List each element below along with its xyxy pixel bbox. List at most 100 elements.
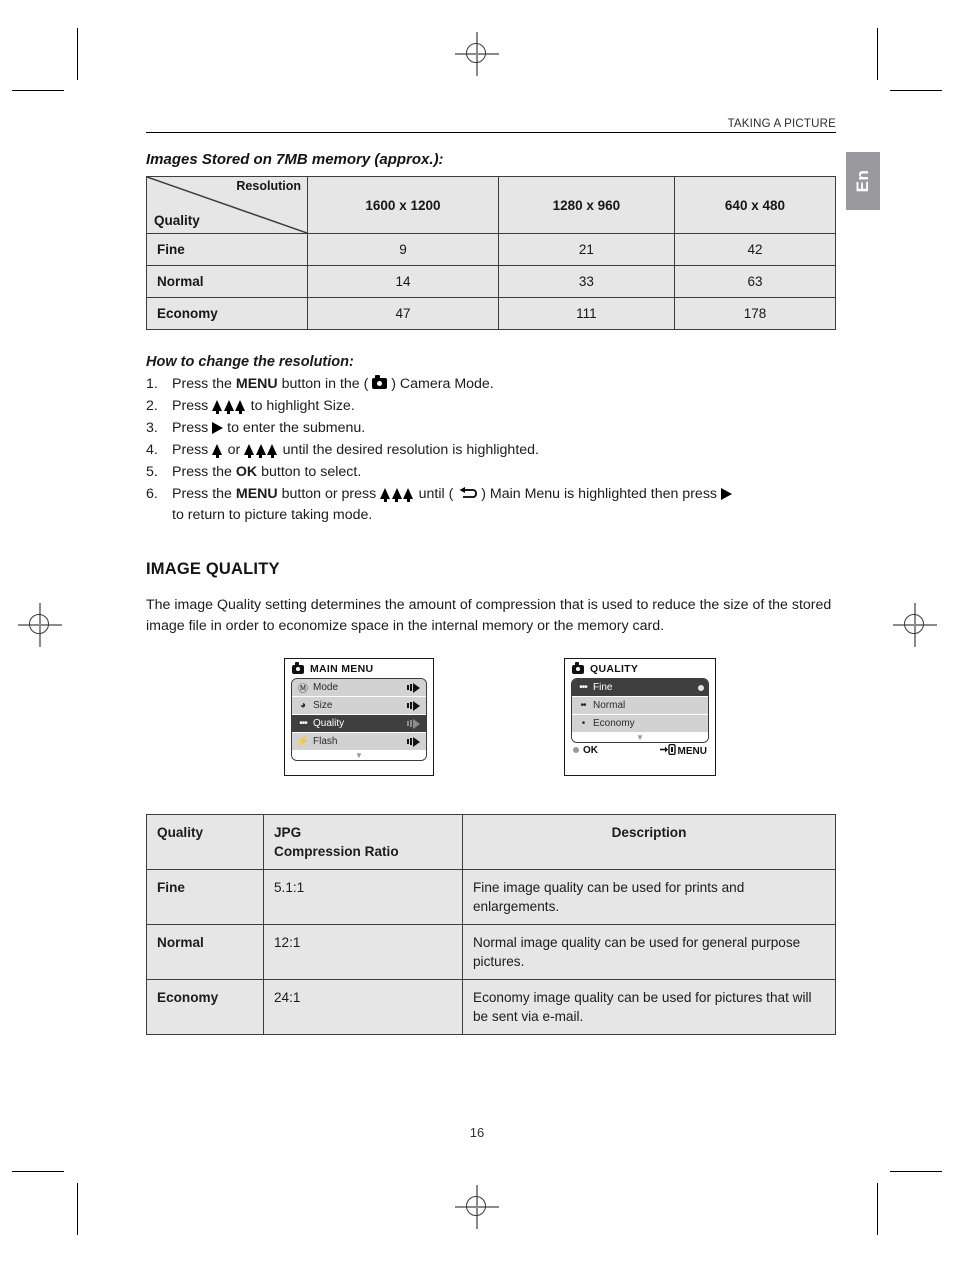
- storage-cell-1-1: 33: [497, 265, 675, 298]
- quality-option-normal[interactable]: •• Normal: [572, 697, 708, 715]
- step-number: 2.: [146, 398, 158, 414]
- camera-icon: [372, 375, 388, 389]
- step-text: or: [223, 442, 245, 458]
- table-row: Fine 5.1:1 Fine image quality can be use…: [146, 869, 836, 925]
- step-text: button to select.: [257, 464, 362, 480]
- quality-col-header: Quality: [146, 814, 264, 870]
- step-number: 5.: [146, 464, 158, 480]
- menu-item-size[interactable]: ◕ Size: [292, 697, 426, 715]
- ok-hint: OK: [573, 745, 598, 756]
- step-number: 4.: [146, 442, 158, 458]
- menu-keyword: MENU: [235, 486, 278, 502]
- language-tab-en: En: [846, 152, 880, 210]
- quality-option-label: Fine: [593, 682, 613, 693]
- storage-col-header-2: 640 x 480: [673, 176, 837, 234]
- storage-cell-0-2: 42: [673, 233, 837, 266]
- page-number: 16: [469, 1125, 485, 1140]
- step-text: Press the: [172, 486, 236, 502]
- resolution-axis-label: Resolution: [236, 179, 301, 193]
- triple-up-arrow-icon: [212, 396, 247, 417]
- step-text: button in the (: [277, 376, 373, 392]
- storage-cell-0-0: 9: [307, 233, 499, 266]
- diagonal-header-cell: Resolution Quality: [146, 176, 308, 234]
- crop-mark-bottom-left-horizontal: [12, 1171, 64, 1172]
- quality-option-economy[interactable]: • Economy: [572, 715, 708, 733]
- step-text: Press: [172, 398, 213, 414]
- mode-dial-icon: Ⓜ: [298, 684, 308, 695]
- lcd-screenshot-group: MAIN MENU Ⓜ Mode ◕ Size ••• Quality ⚡ Fl…: [146, 658, 836, 788]
- ok-label: OK: [583, 745, 598, 756]
- quality-option-label: Economy: [593, 718, 635, 729]
- submenu-arrow-icon: [407, 736, 422, 747]
- image-quality-paragraph: The image Quality setting determines the…: [146, 597, 832, 634]
- step-text: to enter the submenu.: [223, 420, 366, 436]
- ratio-cell-0: 5.1:1: [263, 869, 463, 925]
- table-row: Normal 14 33 63: [146, 265, 837, 298]
- camera-icon: [292, 662, 304, 674]
- registration-mark-bottom: [455, 1185, 499, 1229]
- ratio-cell-2: 24:1: [263, 979, 463, 1035]
- storage-cell-2-1: 111: [497, 297, 675, 330]
- description-cell-2: Economy image quality can be used for pi…: [462, 979, 836, 1035]
- list-item: 5. Press the OK button to select.: [146, 462, 836, 483]
- menu-item-quality[interactable]: ••• Quality: [292, 715, 426, 733]
- selected-indicator-icon: [698, 684, 704, 691]
- storage-table: Resolution Quality 1600 x 1200 1280 x 96…: [146, 176, 837, 330]
- step-number: 1.: [146, 376, 158, 392]
- description-cell-0: Fine image quality can be used for print…: [462, 869, 836, 925]
- menu-hint: MENU: [659, 743, 707, 757]
- quality-option-fine[interactable]: ••• Fine: [572, 679, 708, 697]
- page-title: IMAGE QUALITY: [146, 560, 280, 578]
- header-rule: [146, 132, 836, 133]
- step-text: ) Camera Mode.: [387, 376, 494, 392]
- storage-cell-1-0: 14: [307, 265, 499, 298]
- crop-mark-top-left-horizontal: [12, 90, 64, 91]
- step-text: Press: [172, 420, 213, 436]
- ratio-col-header-line1: JPG: [274, 825, 302, 840]
- step-text: Press the: [172, 464, 236, 480]
- scroll-down-icon[interactable]: ▼: [572, 733, 708, 742]
- submenu-arrow-icon: [407, 682, 422, 693]
- storage-row-label-1: Normal: [146, 265, 308, 298]
- triple-up-arrow-icon: [380, 484, 415, 505]
- list-item: 6. Press the MENU button or press until …: [146, 484, 836, 526]
- lcd-quality-title-bar: QUALITY: [565, 659, 715, 678]
- submenu-arrow-icon: [407, 700, 422, 711]
- lcd-main-menu-screen: MAIN MENU Ⓜ Mode ◕ Size ••• Quality ⚡ Fl…: [284, 658, 434, 776]
- howto-step-list: 1. Press the MENU button in the ( ) Came…: [146, 374, 836, 526]
- menu-label: MENU: [677, 746, 707, 757]
- step-text: button or press: [277, 486, 381, 502]
- table-row: Economy 24:1 Economy image quality can b…: [146, 979, 836, 1035]
- table-header-row: Resolution Quality 1600 x 1200 1280 x 96…: [146, 176, 837, 234]
- menu-item-flash[interactable]: ⚡ Flash: [292, 733, 426, 751]
- step-number: 6.: [146, 486, 158, 502]
- storage-col-header-0: 1600 x 1200: [307, 176, 499, 234]
- list-item: 4. Press or until the desired resolution…: [146, 440, 836, 461]
- scroll-down-icon[interactable]: ▼: [292, 751, 426, 760]
- storage-col-header-1: 1280 x 960: [497, 176, 675, 234]
- storage-cell-2-0: 47: [307, 297, 499, 330]
- quality-dots-icon: •••: [299, 718, 308, 729]
- lcd-main-menu-list: Ⓜ Mode ◕ Size ••• Quality ⚡ Flash ▼: [291, 678, 427, 761]
- three-dots-icon: •••: [579, 682, 588, 693]
- crop-mark-top-left-vertical: [77, 28, 78, 80]
- quality-cell-0: Fine: [146, 869, 264, 925]
- table-row: Normal 12:1 Normal image quality can be …: [146, 924, 836, 980]
- registration-mark-top: [455, 32, 499, 76]
- storage-cell-0-1: 21: [497, 233, 675, 266]
- description-col-header: Description: [462, 814, 836, 870]
- menu-item-mode[interactable]: Ⓜ Mode: [292, 679, 426, 697]
- crop-mark-bottom-right-vertical: [877, 1183, 878, 1235]
- ok-dot-icon: [573, 747, 579, 753]
- lcd-main-menu-title: MAIN MENU: [310, 663, 374, 675]
- flash-icon: ⚡: [296, 736, 310, 747]
- quality-description-table: Quality JPG Compression Ratio Descriptio…: [146, 814, 836, 1035]
- registration-mark-left: [18, 603, 62, 647]
- step-text: Press: [172, 442, 213, 458]
- list-item: 2. Press to highlight Size.: [146, 396, 836, 417]
- table-row: Economy 47 111 178: [146, 297, 837, 330]
- step-text: until the desired resolution is highligh…: [278, 442, 539, 458]
- crop-mark-bottom-left-vertical: [77, 1183, 78, 1235]
- quality-cell-1: Normal: [146, 924, 264, 980]
- ratio-col-header: JPG Compression Ratio: [263, 814, 463, 870]
